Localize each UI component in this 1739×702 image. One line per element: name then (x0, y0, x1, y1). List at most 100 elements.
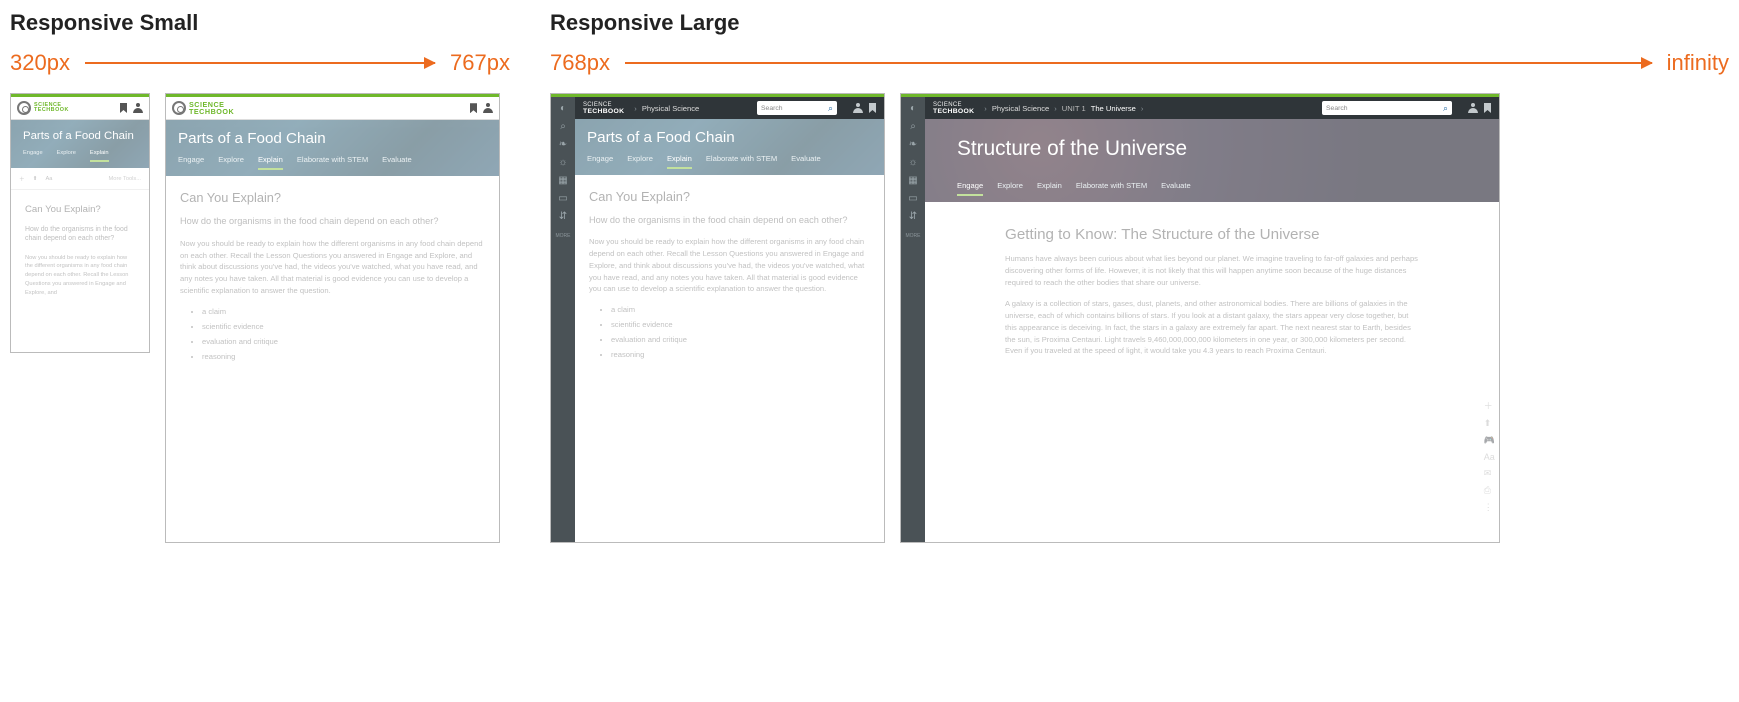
search-icon[interactable]: ⌕ (1443, 103, 1448, 114)
topbar-dark: SCIENCE TECHBOOK › Physical Science Sear… (575, 97, 884, 119)
more-tools-button[interactable]: More Tools... (109, 176, 141, 182)
sidebar-search-icon[interactable]: ⌕ (908, 121, 918, 131)
tab-explain[interactable]: Explain (258, 155, 283, 170)
sidebar-home-icon[interactable]: ◐ (558, 103, 568, 113)
text-size-button[interactable]: Aa (45, 176, 52, 182)
sidebar-folder-icon[interactable]: ▭ (908, 193, 918, 203)
tool-text-icon[interactable]: Aa (1484, 452, 1495, 462)
tab-explain[interactable]: Explain (667, 154, 692, 169)
content-body: Can You Explain? How do the organisms in… (166, 176, 499, 380)
brand-logo[interactable]: SCIENCE TECHBOOK (583, 102, 624, 115)
tab-engage[interactable]: Engage (23, 150, 43, 162)
brand-logo[interactable]: SCIENCE TECHBOOK (933, 102, 974, 115)
topbar: SCIENCE TECHBOOK (11, 97, 149, 120)
brand-line2: TECHBOOK (583, 108, 624, 115)
range-arrow-icon (625, 62, 1652, 64)
tab-explore[interactable]: Explore (997, 181, 1023, 196)
tool-print-icon[interactable]: ⎙ (1484, 485, 1495, 496)
tab-engage[interactable]: Engage (587, 154, 613, 169)
tab-explain[interactable]: Explain (90, 150, 109, 162)
hero-title: Parts of a Food Chain (178, 130, 487, 147)
list-item: scientific evidence (611, 320, 870, 329)
range-from-small: 320px (10, 50, 70, 76)
content-paragraph-2: A galaxy is a collection of stars, gases… (1005, 298, 1419, 357)
bookmark-icon[interactable] (1484, 103, 1491, 113)
search-icon[interactable]: ⌕ (828, 103, 833, 114)
sidebar-search-icon[interactable]: ⌕ (558, 121, 568, 131)
crumb-unit-prefix[interactable]: UNIT 1 (1062, 104, 1086, 113)
chevron-right-icon: › (1054, 104, 1057, 113)
tab-explore[interactable]: Explore (218, 155, 244, 170)
content-paragraph: Now you should be ready to explain how t… (25, 254, 135, 298)
logo-icon (172, 101, 186, 115)
sidebar-more-label[interactable]: MORE (906, 233, 921, 239)
brand-line2: TECHBOOK (189, 108, 234, 115)
tab-explore[interactable]: Explore (627, 154, 653, 169)
sidebar: ◐ ⌕ ❧ ☼ ▦ ▭ ⇵ MORE (901, 97, 925, 542)
tab-elaborate[interactable]: Elaborate with STEM (706, 154, 777, 169)
brand-logo[interactable]: SCIENCE TECHBOOK (172, 101, 234, 115)
bookmark-icon[interactable] (470, 103, 477, 113)
tab-engage[interactable]: Engage (178, 155, 204, 170)
responsive-small-section: Responsive Small 320px 767px SCIENCE TEC… (10, 10, 510, 543)
breadcrumb: › Physical Science (634, 104, 699, 113)
tool-game-icon[interactable]: 🎮 (1484, 435, 1495, 446)
list-item: evaluation and critique (611, 335, 870, 344)
tab-evaluate[interactable]: Evaluate (382, 155, 412, 170)
sidebar-home-icon[interactable]: ◐ (908, 103, 918, 113)
list-item: reasoning (611, 350, 870, 359)
sidebar-folder-icon[interactable]: ▭ (558, 193, 568, 203)
tab-elaborate[interactable]: Elaborate with STEM (1076, 181, 1147, 196)
floating-tools: ＋ ⬆ 🎮 Aa ✉ ⎙ ⋮ (1484, 399, 1495, 513)
user-icon[interactable] (483, 103, 493, 113)
tool-mail-icon[interactable]: ✉ (1484, 468, 1495, 479)
tab-evaluate[interactable]: Evaluate (1161, 181, 1191, 196)
sidebar-grid-icon[interactable]: ▦ (908, 175, 918, 185)
hero-title: Parts of a Food Chain (587, 129, 872, 146)
topbar: SCIENCE TECHBOOK (166, 97, 499, 120)
user-icon[interactable] (853, 103, 863, 113)
search-placeholder: Search (1326, 105, 1439, 112)
range-arrow-icon (85, 62, 435, 64)
tab-elaborate[interactable]: Elaborate with STEM (297, 155, 368, 170)
sidebar-more-label[interactable]: MORE (556, 233, 571, 239)
crumb-unit-title[interactable]: The Universe (1091, 104, 1136, 113)
mockup-768: ◐ ⌕ ❧ ☼ ▦ ▭ ⇵ MORE SCIENCE (550, 93, 885, 543)
crumb-course[interactable]: Physical Science (992, 104, 1049, 113)
hero-title: Structure of the Universe (937, 129, 1487, 173)
tab-engage[interactable]: Engage (957, 181, 983, 196)
search-input[interactable]: Search ⌕ (757, 101, 837, 115)
content-heading: Getting to Know: The Structure of the Un… (1005, 226, 1419, 243)
content-body: Can You Explain? How do the organisms in… (575, 175, 884, 379)
tool-upload-icon[interactable]: ⬆ (1484, 418, 1495, 429)
crumb-course[interactable]: Physical Science (642, 104, 699, 113)
list-item: scientific evidence (202, 322, 485, 331)
tab-explore[interactable]: Explore (57, 150, 76, 162)
search-placeholder: Search (761, 105, 824, 112)
sidebar-bulb-icon[interactable]: ☼ (558, 157, 568, 167)
bookmark-icon[interactable] (120, 103, 127, 113)
content-heading: Can You Explain? (25, 204, 135, 215)
add-icon[interactable]: ＋ (19, 174, 25, 183)
range-to-large: infinity (1667, 50, 1729, 76)
tab-evaluate[interactable]: Evaluate (791, 154, 821, 169)
sidebar-share-icon[interactable]: ⇵ (908, 211, 918, 221)
mockup-767: SCIENCE TECHBOOK Parts of a Food Chain E… (165, 93, 500, 543)
sidebar-grid-icon[interactable]: ▦ (558, 175, 568, 185)
brand-logo[interactable]: SCIENCE TECHBOOK (17, 101, 69, 115)
tool-more-icon[interactable]: ⋮ (1484, 502, 1495, 513)
sidebar-leaf-icon[interactable]: ❧ (908, 139, 918, 149)
upload-icon[interactable]: ⬆ (33, 176, 38, 182)
content-paragraph: Now you should be ready to explain how t… (589, 236, 870, 295)
content-paragraph-1: Humans have always been curious about wh… (1005, 253, 1419, 288)
sidebar-leaf-icon[interactable]: ❧ (558, 139, 568, 149)
sidebar-bulb-icon[interactable]: ☼ (908, 157, 918, 167)
bookmark-icon[interactable] (869, 103, 876, 113)
search-input[interactable]: Search ⌕ (1322, 101, 1452, 115)
sidebar-share-icon[interactable]: ⇵ (558, 211, 568, 221)
tool-add-icon[interactable]: ＋ (1484, 399, 1495, 412)
content-heading: Can You Explain? (589, 189, 870, 204)
user-icon[interactable] (1468, 103, 1478, 113)
user-icon[interactable] (133, 103, 143, 113)
tab-explain[interactable]: Explain (1037, 181, 1062, 196)
